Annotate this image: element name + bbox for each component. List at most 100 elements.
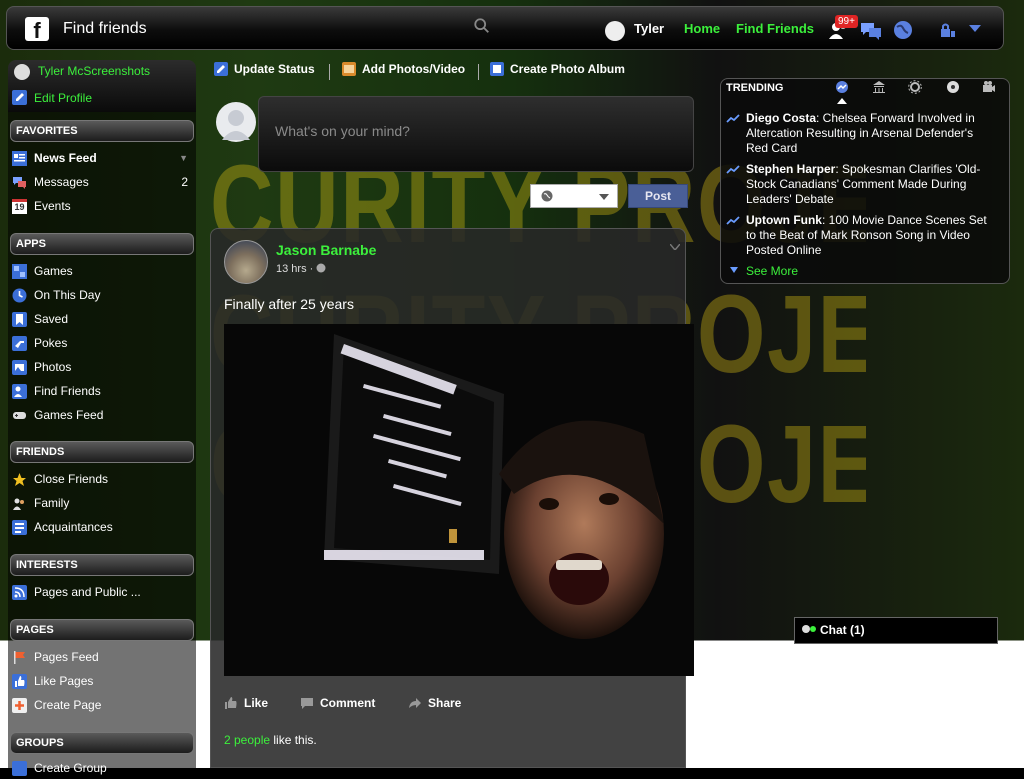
tab-update-status[interactable]: Update Status [214, 62, 315, 76]
sidebar-item-news-feed[interactable]: News Feed ▼ [10, 147, 194, 169]
comment-icon [301, 698, 313, 709]
likes-summary: 2 people like this. [224, 733, 317, 747]
profile-avatar[interactable] [14, 64, 30, 80]
user-avatar[interactable] [605, 21, 625, 41]
see-more-link[interactable]: See More [746, 264, 798, 278]
sidebar-item-saved[interactable]: Saved [10, 308, 194, 330]
sidebar-item-label: Find Friends [34, 384, 101, 398]
science-gear-icon[interactable] [908, 80, 922, 94]
left-sidebar: Tyler McScreenshots Edit Profile FAVORIT… [8, 60, 196, 776]
comment-button[interactable]: Comment [300, 696, 375, 710]
sidebar-item-pages-feed[interactable]: Pages Feed [10, 646, 194, 668]
sidebar-item-events[interactable]: 19 Events [10, 195, 194, 217]
share-icon [409, 698, 421, 708]
post-photo[interactable] [224, 324, 694, 676]
trending-item[interactable]: Stephen Harper: Spokesman Clarifies 'Old… [746, 162, 996, 207]
trending-top-icon[interactable] [835, 80, 849, 94]
sidebar-item-acquaintances[interactable]: Acquaintances [10, 516, 194, 538]
status-input[interactable] [273, 115, 677, 147]
trending-topic-name: Stephen Harper [746, 162, 836, 176]
trending-item[interactable]: Uptown Funk: 100 Movie Dance Scenes Set … [746, 213, 996, 258]
find-friends-icon [12, 384, 27, 399]
thumbs-up-icon [12, 674, 27, 689]
sports-ball-icon[interactable] [946, 80, 960, 94]
audience-selector[interactable] [530, 184, 618, 208]
search-input[interactable] [61, 13, 505, 45]
user-name-link[interactable]: Tyler [634, 21, 664, 36]
politics-icon[interactable] [872, 80, 886, 94]
sidebar-item-label: Family [34, 496, 70, 510]
post-author-avatar[interactable] [224, 240, 268, 284]
post-text: Finally after 25 years [224, 296, 354, 312]
home-link[interactable]: Home [684, 21, 720, 36]
sidebar-item-label: Create Group [34, 761, 107, 775]
post-author-link[interactable]: Jason Barnabe [276, 242, 376, 258]
trending-arrow-icon [726, 216, 740, 225]
post-timestamp[interactable]: 13 hrs · [276, 263, 326, 275]
sidebar-item-like-pages[interactable]: Like Pages [10, 670, 194, 692]
profile-name-link[interactable]: Tyler McScreenshots [38, 64, 150, 78]
likes-people-link[interactable]: 2 people [224, 733, 270, 747]
sidebar-item-label: Close Friends [34, 472, 109, 486]
post-time-text: 13 hrs · [276, 263, 314, 275]
like-button[interactable]: Like [224, 696, 268, 710]
profile-card: Tyler McScreenshots Edit Profile [8, 60, 196, 112]
sidebar-item-pages-public[interactable]: Pages and Public ... [10, 581, 194, 603]
clock-icon [12, 288, 27, 303]
sidebar-item-family[interactable]: Family [10, 492, 194, 514]
sidebar-item-label: Saved [34, 312, 69, 326]
sidebar-item-games-feed[interactable]: Games Feed [10, 404, 194, 426]
sidebar-item-label: Pages Feed [34, 650, 99, 664]
tab-create-photo-album[interactable]: Create Photo Album [490, 62, 625, 76]
sidebar-item-on-this-day[interactable]: On This Day [10, 284, 194, 306]
sidebar-item-create-group[interactable]: Create Group [10, 757, 194, 779]
sidebar-item-label: Messages [34, 175, 89, 189]
sidebar-item-photos[interactable]: Photos [10, 356, 194, 378]
entertainment-camera-icon[interactable] [982, 80, 996, 94]
find-friends-link[interactable]: Find Friends [736, 21, 814, 36]
trending-item[interactable]: Diego Costa: Chelsea Forward Involved in… [746, 111, 996, 156]
chat-bar[interactable]: Chat (1) [794, 617, 998, 644]
sidebar-item-find-friends[interactable]: Find Friends [10, 380, 194, 402]
chevron-down-icon[interactable] [969, 25, 981, 33]
sidebar-item-messages[interactable]: Messages 2 [10, 171, 194, 193]
sidebar-item-create-page[interactable]: Create Page [10, 694, 194, 716]
edit-profile-link[interactable]: Edit Profile [34, 91, 92, 105]
tab-label: Add Photos/Video [362, 62, 466, 76]
calendar-icon: 19 [12, 199, 27, 214]
sidebar-item-games[interactable]: Games [10, 260, 194, 282]
bookmark-icon [12, 312, 27, 327]
notifications-globe-icon[interactable] [891, 19, 915, 41]
favorites-header: FAVORITES [10, 120, 194, 142]
post-actions: Like Comment Share [224, 696, 684, 716]
sidebar-item-pokes[interactable]: Pokes [10, 332, 194, 354]
likes-suffix: like this. [270, 733, 317, 747]
sidebar-item-close-friends[interactable]: Close Friends [10, 468, 194, 490]
post-button[interactable]: Post [628, 184, 688, 208]
chevron-down-icon[interactable] [670, 244, 680, 250]
trending-topic-name: Diego Costa [746, 111, 817, 125]
messages-count: 2 [181, 175, 188, 189]
thumbs-up-icon [225, 697, 237, 709]
sidebar-item-label: Pokes [34, 336, 68, 350]
tab-add-photos-video[interactable]: Add Photos/Video [342, 62, 465, 76]
search-icon[interactable] [473, 17, 491, 35]
trending-topic-name: Uptown Funk [746, 213, 822, 227]
messages-icon[interactable] [859, 19, 883, 41]
gamepad-icon [13, 412, 26, 419]
chevron-down-icon[interactable]: ▼ [179, 147, 188, 169]
groups-header: GROUPS [10, 732, 194, 754]
friend-requests-badge: 99+ [835, 15, 858, 28]
privacy-lock-icon[interactable] [939, 22, 957, 38]
chevron-down-icon [599, 194, 609, 200]
selected-tab-caret [837, 98, 847, 104]
group-icon [12, 761, 27, 776]
action-label: Share [428, 696, 462, 710]
sidebar-item-label: Games Feed [34, 408, 104, 422]
share-button[interactable]: Share [408, 696, 461, 710]
news-feed-icon [12, 151, 27, 166]
create-page-icon [12, 698, 27, 713]
facebook-logo[interactable]: f [25, 17, 49, 43]
family-icon [13, 498, 24, 510]
rss-icon [12, 585, 27, 600]
